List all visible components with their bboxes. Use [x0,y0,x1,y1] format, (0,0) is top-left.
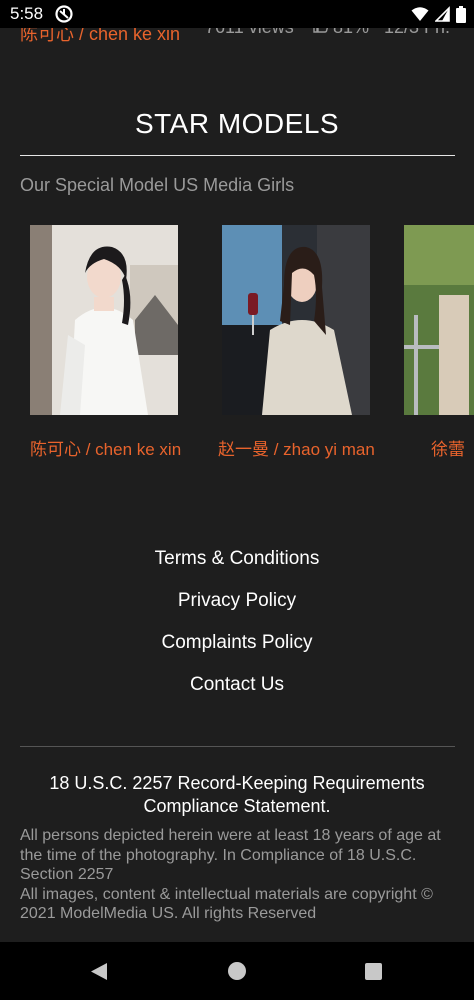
model-photo[interactable] [30,225,178,415]
system-nav-bar [0,942,474,1000]
model-name[interactable]: 赵一曼 / zhao yi man [218,435,375,460]
previous-item-likes: 81% [313,28,369,38]
contact-us-link[interactable]: Contact Us [0,674,474,696]
title-divider [20,155,455,156]
copyright-notice: All images, content & intellectual mater… [20,885,433,923]
signal-icon [435,6,450,22]
wifi-icon [411,6,429,22]
recent-apps-icon[interactable] [365,963,382,980]
model-name[interactable]: 徐蕾 [431,435,465,460]
age-disclaimer: All persons depicted herein were at leas… [20,827,441,883]
complaints-policy-link[interactable]: Complaints Policy [0,632,474,654]
battery-icon [456,5,466,23]
footer-divider [20,746,455,747]
section-subtitle: Our Special Model US Media Girls [20,175,295,195]
model-card[interactable]: 赵一曼 / zhao yi man [218,225,375,459]
model-photo[interactable] [404,225,474,415]
model-carousel[interactable]: 陈可心 / chen ke xin 赵一曼 / zhao yi man 徐蕾 [0,225,474,465]
legal-disclaimer: All persons depicted herein were at leas… [20,826,460,924]
previous-item-date: 12/3 Fri. [384,28,450,38]
status-time: 5:58 [10,4,44,23]
thumbs-up-icon [313,28,329,38]
model-card[interactable]: 徐蕾 [404,225,474,459]
model-photo[interactable] [222,225,370,415]
back-icon[interactable] [90,962,108,986]
page-content[interactable]: 陈可心 / chen ke xin 7611 views 81% 12/3 Fr… [0,28,474,942]
previous-item-row[interactable]: 陈可心 / chen ke xin 7611 views 81% 12/3 Fr… [0,28,474,50]
status-icons [411,5,466,23]
previous-item-name[interactable]: 陈可心 / chen ke xin [20,28,180,46]
compliance-statement: 18 U.S.C. 2257 Record-Keeping Requiremen… [49,773,425,816]
likes-percent: 81% [333,28,369,38]
model-name[interactable]: 陈可心 / chen ke xin [30,435,181,460]
model-card[interactable]: 陈可心 / chen ke xin [30,225,181,459]
home-icon[interactable] [228,962,246,980]
status-bar: 5:58 [0,0,474,28]
app-notification-icon [55,5,73,23]
privacy-policy-link[interactable]: Privacy Policy [0,590,474,612]
terms-link[interactable]: Terms & Conditions [0,548,474,570]
section-title: STAR MODELS [134,108,340,139]
previous-item-views: 7611 views [205,28,294,38]
